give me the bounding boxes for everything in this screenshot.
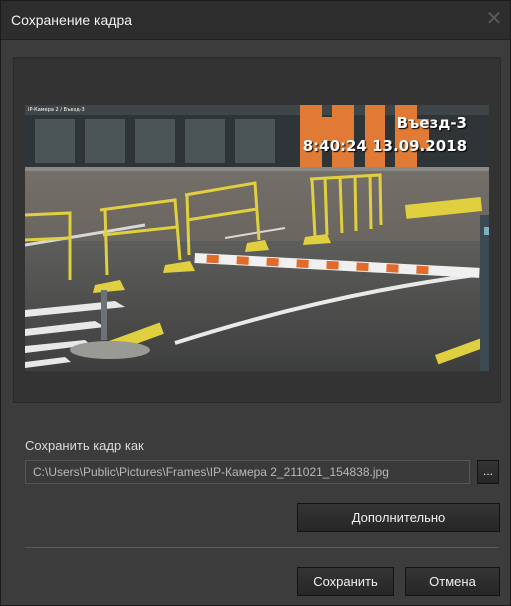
close-icon[interactable]: ✕ [482,7,506,31]
timestamp-overlay: 8:40:24 13.09.2018 [302,137,467,155]
camera-snapshot: IP-Камера 2 / Въезд-3 Въезд-3 8:40:24 13… [25,105,489,371]
file-path-field[interactable]: C:\Users\Public\Pictures\Frames\IP-Камер… [25,460,470,484]
camera-name-overlay: Въезд-3 [396,114,467,132]
cancel-button[interactable]: Отмена [405,567,500,596]
more-options-button[interactable]: Дополнительно [297,503,500,532]
preview-panel: IP-Камера 2 / Въезд-3 Въезд-3 8:40:24 13… [13,57,501,403]
divider [25,547,498,548]
save-button[interactable]: Сохранить [297,567,394,596]
save-frame-dialog: Сохранение кадра ✕ IP-Камера 2 / Въезд-3… [0,0,511,606]
dialog-title: Сохранение кадра [11,12,133,28]
save-as-label: Сохранить кадр как [25,438,144,453]
browse-button[interactable]: ... [477,460,499,484]
camera-info-overlay: IP-Камера 2 / Въезд-3 [28,107,85,113]
titlebar: Сохранение кадра ✕ [1,1,510,40]
